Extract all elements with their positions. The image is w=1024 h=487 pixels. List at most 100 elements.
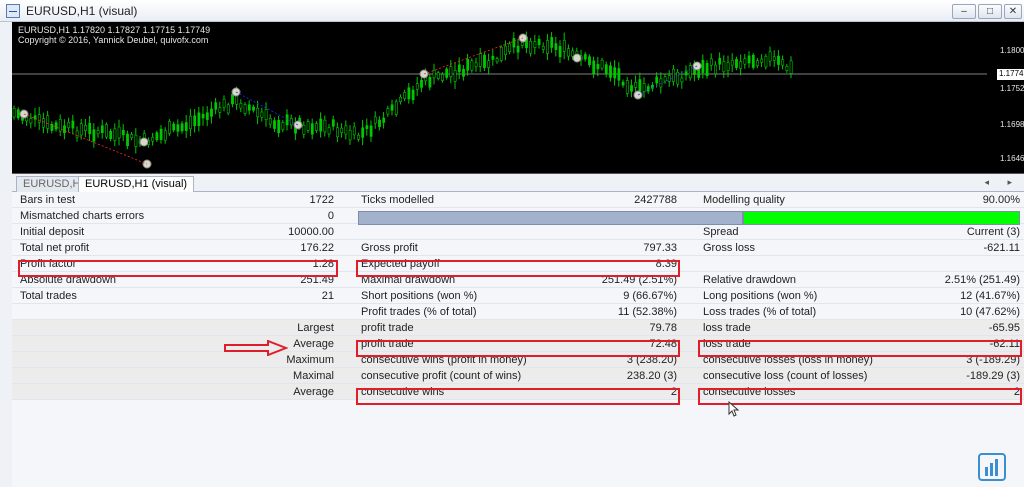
- candle-body: [638, 79, 642, 92]
- candle-body: [772, 56, 776, 61]
- candle-body: [764, 56, 768, 68]
- candle-body: [483, 54, 486, 68]
- candle-body: [352, 126, 356, 136]
- ohlc-readout: EURUSD,H1 1.17820 1.17827 1.17715 1.1774…: [18, 25, 211, 35]
- candle-body: [306, 121, 310, 131]
- candle-body: [155, 132, 159, 141]
- candle-body: [567, 48, 570, 57]
- candle-body: [369, 125, 373, 137]
- candle-body: [96, 130, 100, 135]
- minimize-button[interactable]: –: [952, 4, 976, 19]
- candle-body: [743, 58, 747, 65]
- candle-body: [449, 66, 453, 77]
- tab-scroll-arrows[interactable]: ◂ ▸: [984, 177, 1020, 188]
- mouse-cursor-icon: [728, 401, 740, 417]
- maximize-button[interactable]: □: [978, 4, 1002, 19]
- candle-body: [168, 121, 171, 134]
- candle-body: [508, 43, 512, 52]
- metric-value: 1722: [309, 194, 334, 206]
- candle-body: [205, 112, 209, 120]
- candle-body: [533, 41, 537, 48]
- metric-value: 10000.00: [288, 226, 334, 238]
- candle-body: [659, 78, 663, 88]
- candle-body: [256, 107, 260, 118]
- candle-body: [604, 64, 608, 75]
- metric-value: 0: [327, 210, 334, 222]
- metric-label: Gross loss: [703, 242, 755, 254]
- candle-body: [365, 125, 369, 129]
- right-arrow-annotation-icon: [224, 340, 288, 356]
- candle-body: [781, 59, 785, 66]
- candle-body: [75, 130, 79, 138]
- metric-value: -621.11: [983, 242, 1021, 254]
- candle-body: [420, 79, 423, 88]
- modelling-quality-bar-fill: [743, 211, 1020, 225]
- candle-body: [701, 59, 705, 73]
- candle-body: [176, 124, 180, 132]
- candle-body: [760, 58, 764, 63]
- candle-body: [415, 83, 419, 90]
- candle-body: [226, 104, 230, 114]
- trade-marker: [139, 137, 149, 147]
- metric-value: 2427788: [634, 194, 677, 206]
- candle-body: [247, 104, 251, 111]
- candle-body: [495, 58, 499, 63]
- candle-body: [260, 111, 264, 118]
- candle-body: [541, 46, 545, 50]
- candle-body: [12, 108, 16, 118]
- chart-window-icon: [6, 4, 20, 18]
- candle-body: [222, 98, 226, 108]
- metric-value: 11 (52.38%): [617, 306, 677, 318]
- metric-label: profit trade: [361, 322, 414, 334]
- report-row: Initial deposit 10000.00 Spread Current (3): [12, 224, 1024, 240]
- candle-body: [130, 134, 134, 139]
- candle-body: [445, 68, 449, 78]
- metric-value: 21: [321, 290, 334, 302]
- candle-body: [323, 119, 327, 133]
- candle-body: [441, 74, 444, 81]
- candle-body: [340, 127, 344, 134]
- candle-body: [621, 81, 625, 86]
- metric-value: 10 (47.62%): [960, 306, 1020, 318]
- close-button[interactable]: ✕: [1004, 4, 1022, 19]
- candle-body: [546, 40, 549, 54]
- candle-body: [378, 119, 381, 128]
- candle-body: [462, 68, 465, 77]
- candle-body: [592, 60, 596, 74]
- candle-body: [163, 130, 167, 141]
- candle-body: [789, 60, 793, 74]
- candle-body: [319, 118, 323, 132]
- row-group-label: Maximal: [293, 370, 334, 382]
- candle-body: [726, 62, 730, 71]
- candle-body: [529, 40, 533, 54]
- candle-body: [730, 59, 734, 66]
- candle-body: [239, 102, 243, 109]
- candle-body: [747, 55, 751, 64]
- tab-eurusd-h1-visual[interactable]: EURUSD,H1 (visual): [78, 176, 195, 192]
- report-row: Maximal consecutive profit (count of wins…: [12, 368, 1024, 384]
- candle-body: [16, 109, 20, 119]
- row-group-label: Average: [293, 338, 334, 350]
- candle-body: [512, 38, 516, 48]
- price-chart[interactable]: EURUSD,H1 1.17820 1.17827 1.17715 1.1774…: [12, 22, 1024, 174]
- candle-body: [432, 69, 436, 79]
- candle-body: [504, 45, 507, 55]
- metric-label: consecutive profit (count of wins): [361, 370, 522, 382]
- metric-value: 176.22: [300, 242, 334, 254]
- candle-body: [487, 60, 491, 68]
- candle-body: [407, 87, 411, 100]
- candle-body: [390, 104, 394, 111]
- candle-body: [71, 120, 75, 129]
- candle-body: [189, 115, 192, 130]
- candle-body: [331, 119, 335, 127]
- candle-body: [361, 127, 365, 138]
- candle-body: [151, 137, 155, 142]
- candle-body: [550, 37, 554, 48]
- modelling-quality-bar-empty: [358, 211, 743, 225]
- metric-value: Current (3): [966, 226, 1020, 238]
- candle-body: [777, 55, 780, 65]
- candle-body: [642, 82, 646, 92]
- trade-connector-line: [423, 37, 524, 75]
- candle-body: [214, 102, 218, 110]
- candle-body: [520, 42, 524, 46]
